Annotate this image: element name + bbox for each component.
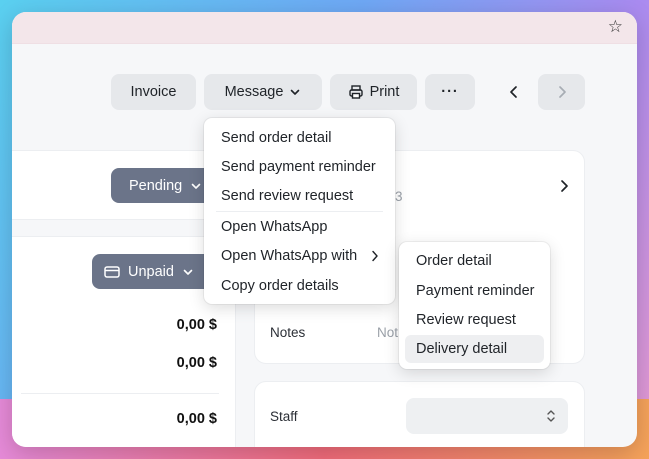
menu-item-send-order-detail[interactable]: Send order detail — [210, 124, 389, 152]
order-status-card: Pending — [12, 150, 236, 220]
menu-item-label: Open WhatsApp — [221, 219, 328, 235]
menu-item-label: Open WhatsApp with — [221, 248, 358, 264]
amount-value: 0,00 $ — [176, 411, 217, 427]
menu-item-label: Review request — [416, 312, 516, 328]
chevron-down-icon — [183, 269, 193, 275]
message-button[interactable]: Message — [204, 74, 322, 110]
menu-item-label: Copy order details — [221, 278, 339, 294]
invoice-button-label: Invoice — [130, 84, 177, 100]
invoice-button[interactable]: Invoice — [111, 74, 196, 110]
menu-item-open-whatsapp-with[interactable]: Open WhatsApp with — [210, 242, 389, 270]
more-actions-button[interactable]: ··· — [425, 74, 475, 110]
payment-card: Unpaid 0,00 $ 0,00 $ 0,00 $ — [12, 236, 236, 447]
print-button[interactable]: Print — [330, 74, 417, 110]
order-status-label: Pending — [129, 177, 183, 194]
staff-card: Staff — [254, 381, 585, 447]
staff-select[interactable] — [406, 398, 568, 434]
menu-item-label: Send review request — [221, 188, 354, 204]
amount-value: 0,00 $ — [176, 317, 217, 333]
divider — [21, 393, 219, 394]
message-button-label: Message — [224, 84, 284, 100]
submenu-item-delivery-detail[interactable]: Delivery detail — [405, 335, 544, 363]
up-down-chevron-icon — [547, 410, 555, 422]
app-window: ☆ Invoice Message Print ··· Pending Unpa… — [12, 12, 637, 447]
menu-item-label: Order detail — [416, 253, 492, 269]
menu-item-label: Send order detail — [221, 130, 332, 146]
chevron-right-icon[interactable] — [558, 179, 570, 193]
menu-item-open-whatsapp[interactable]: Open WhatsApp — [210, 213, 389, 241]
chevron-right-icon — [372, 250, 378, 262]
chevron-down-icon — [291, 89, 300, 95]
submenu-item-order-detail[interactable]: Order detail — [405, 247, 544, 275]
chevron-down-icon — [191, 183, 201, 189]
printer-icon — [348, 85, 363, 99]
menu-item-label: Payment reminder — [416, 283, 535, 299]
menu-item-copy-order-details[interactable]: Copy order details — [210, 272, 389, 300]
previous-order-button[interactable] — [493, 74, 535, 110]
bookmark-star-icon[interactable]: ☆ — [608, 17, 623, 37]
menu-item-send-payment-reminder[interactable]: Send payment reminder — [210, 153, 389, 181]
whatsapp-submenu: Order detail Payment reminder Review req… — [399, 242, 550, 369]
order-toolbar: Invoice Message Print ··· — [12, 74, 637, 110]
menu-item-send-review-request[interactable]: Send review request — [210, 182, 389, 210]
submenu-item-payment-reminder[interactable]: Payment reminder — [405, 277, 544, 305]
notes-label: Notes — [270, 325, 306, 340]
staff-label: Staff — [270, 409, 298, 424]
title-bar: ☆ — [12, 12, 637, 44]
chevron-right-icon — [558, 86, 566, 98]
menu-item-label: Delivery detail — [416, 341, 508, 357]
payment-status-label: Unpaid — [128, 263, 174, 280]
print-button-label: Print — [369, 84, 400, 100]
menu-divider — [216, 211, 383, 212]
credit-card-icon — [104, 265, 120, 278]
message-menu: Send order detail Send payment reminder … — [204, 118, 395, 304]
payment-status-dropdown[interactable]: Unpaid — [92, 254, 214, 289]
obscured-text: 3 — [395, 189, 403, 204]
menu-item-label: Send payment reminder — [221, 159, 376, 175]
more-icon: ··· — [441, 84, 459, 100]
notes-input[interactable]: Not — [377, 325, 398, 340]
next-order-button[interactable] — [538, 74, 585, 110]
chevron-left-icon — [510, 86, 517, 98]
amount-value: 0,00 $ — [176, 355, 217, 371]
submenu-item-review-request[interactable]: Review request — [405, 306, 544, 334]
